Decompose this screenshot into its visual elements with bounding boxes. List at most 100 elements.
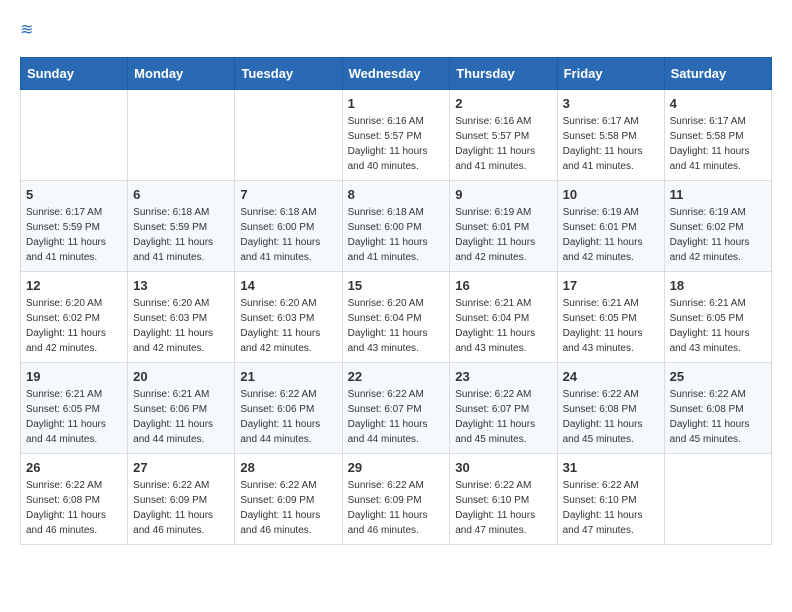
calendar-table: SundayMondayTuesdayWednesdayThursdayFrid… <box>20 57 772 545</box>
day-info: Sunrise: 6:16 AMSunset: 5:57 PMDaylight:… <box>348 114 445 174</box>
calendar-cell: 17 Sunrise: 6:21 AMSunset: 6:05 PMDayligh… <box>557 272 664 363</box>
day-info: Sunrise: 6:22 AMSunset: 6:07 PMDaylight:… <box>348 387 445 447</box>
day-info: Sunrise: 6:19 AMSunset: 6:02 PMDaylight:… <box>670 205 766 265</box>
calendar-cell: 13 Sunrise: 6:20 AMSunset: 6:03 PMDayligh… <box>128 272 235 363</box>
day-info: Sunrise: 6:21 AMSunset: 6:06 PMDaylight:… <box>133 387 229 447</box>
day-info: Sunrise: 6:18 AMSunset: 5:59 PMDaylight:… <box>133 205 229 265</box>
day-number: 18 <box>670 278 766 293</box>
calendar-cell: 23Sunrise: 6:22 AMSunset: 6:07 PMDayligh… <box>450 363 557 454</box>
day-info: Sunrise: 6:21 AMSunset: 6:05 PMDaylight:… <box>563 296 659 356</box>
svg-text:≋: ≋ <box>20 21 33 38</box>
calendar-cell: 31Sunrise: 6:22 AMSunset: 6:10 PMDayligh… <box>557 454 664 545</box>
day-info: Sunrise: 6:22 AMSunset: 6:09 PMDaylight:… <box>240 478 336 538</box>
calendar-cell: 24 Sunrise: 6:22 AMSunset: 6:08 PMDayligh… <box>557 363 664 454</box>
col-header-saturday: Saturday <box>664 58 771 90</box>
day-number: 2 <box>455 96 551 111</box>
day-number: 22 <box>348 369 445 384</box>
calendar-cell: 5Sunrise: 6:17 AMSunset: 5:59 PMDaylight… <box>21 181 128 272</box>
day-info: Sunrise: 6:20 AMSunset: 6:03 PMDaylight:… <box>133 296 229 356</box>
day-number: 27 <box>133 460 229 475</box>
day-number: 12 <box>26 278 122 293</box>
day-number: 9 <box>455 187 551 202</box>
calendar-week-row: 5Sunrise: 6:17 AMSunset: 5:59 PMDaylight… <box>21 181 772 272</box>
calendar-week-row: 26 Sunrise: 6:22 AMSunset: 6:08 PMDayligh… <box>21 454 772 545</box>
col-header-wednesday: Wednesday <box>342 58 450 90</box>
day-number: 21 <box>240 369 336 384</box>
calendar-cell <box>128 90 235 181</box>
day-number: 13 <box>133 278 229 293</box>
day-number: 6 <box>133 187 229 202</box>
day-number: 31 <box>563 460 659 475</box>
day-number: 5 <box>26 187 122 202</box>
day-number: 20 <box>133 369 229 384</box>
calendar-cell: 7Sunrise: 6:18 AMSunset: 6:00 PMDaylight… <box>235 181 342 272</box>
day-info: Sunrise: 6:21 AMSunset: 6:04 PMDaylight:… <box>455 296 551 356</box>
day-number: 4 <box>670 96 766 111</box>
calendar-cell <box>235 90 342 181</box>
day-info: Sunrise: 6:17 AMSunset: 5:58 PMDaylight:… <box>563 114 659 174</box>
calendar-cell: 11 Sunrise: 6:19 AMSunset: 6:02 PMDayligh… <box>664 181 771 272</box>
calendar-cell: 20 Sunrise: 6:21 AMSunset: 6:06 PMDayligh… <box>128 363 235 454</box>
calendar-cell: 19 Sunrise: 6:21 AMSunset: 6:05 PMDayligh… <box>21 363 128 454</box>
day-number: 11 <box>670 187 766 202</box>
day-number: 14 <box>240 278 336 293</box>
calendar-week-row: 12 Sunrise: 6:20 AMSunset: 6:02 PMDayligh… <box>21 272 772 363</box>
calendar-cell: 6 Sunrise: 6:18 AMSunset: 5:59 PMDaylight… <box>128 181 235 272</box>
day-number: 24 <box>563 369 659 384</box>
calendar-cell <box>664 454 771 545</box>
day-number: 8 <box>348 187 445 202</box>
day-info: Sunrise: 6:22 AMSunset: 6:09 PMDaylight:… <box>348 478 445 538</box>
col-header-sunday: Sunday <box>21 58 128 90</box>
calendar-cell: 18 Sunrise: 6:21 AMSunset: 6:05 PMDayligh… <box>664 272 771 363</box>
day-info: Sunrise: 6:18 AMSunset: 6:00 PMDaylight:… <box>240 205 336 265</box>
day-info: Sunrise: 6:22 AMSunset: 6:09 PMDaylight:… <box>133 478 229 538</box>
calendar-cell: 4 Sunrise: 6:17 AMSunset: 5:58 PMDaylight… <box>664 90 771 181</box>
day-number: 26 <box>26 460 122 475</box>
calendar-cell: 2 Sunrise: 6:16 AMSunset: 5:57 PMDaylight… <box>450 90 557 181</box>
day-number: 3 <box>563 96 659 111</box>
day-info: Sunrise: 6:20 AMSunset: 6:03 PMDaylight:… <box>240 296 336 356</box>
calendar-cell: 27 Sunrise: 6:22 AMSunset: 6:09 PMDayligh… <box>128 454 235 545</box>
calendar-week-row: 19 Sunrise: 6:21 AMSunset: 6:05 PMDayligh… <box>21 363 772 454</box>
calendar-cell: 30Sunrise: 6:22 AMSunset: 6:10 PMDayligh… <box>450 454 557 545</box>
day-number: 15 <box>348 278 445 293</box>
calendar-cell: 25Sunrise: 6:22 AMSunset: 6:08 PMDayligh… <box>664 363 771 454</box>
day-number: 17 <box>563 278 659 293</box>
calendar-week-row: 1Sunrise: 6:16 AMSunset: 5:57 PMDaylight… <box>21 90 772 181</box>
calendar-cell: 15 Sunrise: 6:20 AMSunset: 6:04 PMDayligh… <box>342 272 450 363</box>
day-info: Sunrise: 6:20 AMSunset: 6:04 PMDaylight:… <box>348 296 445 356</box>
day-info: Sunrise: 6:21 AMSunset: 6:05 PMDaylight:… <box>26 387 122 447</box>
day-info: Sunrise: 6:22 AMSunset: 6:07 PMDaylight:… <box>455 387 551 447</box>
day-number: 10 <box>563 187 659 202</box>
calendar-cell <box>21 90 128 181</box>
calendar-cell: 21 Sunrise: 6:22 AMSunset: 6:06 PMDayligh… <box>235 363 342 454</box>
calendar-cell: 14 Sunrise: 6:20 AMSunset: 6:03 PMDayligh… <box>235 272 342 363</box>
day-number: 19 <box>26 369 122 384</box>
day-info: Sunrise: 6:22 AMSunset: 6:08 PMDaylight:… <box>670 387 766 447</box>
day-info: Sunrise: 6:22 AMSunset: 6:06 PMDaylight:… <box>240 387 336 447</box>
calendar-cell: 8 Sunrise: 6:18 AMSunset: 6:00 PMDaylight… <box>342 181 450 272</box>
calendar-cell: 1Sunrise: 6:16 AMSunset: 5:57 PMDaylight… <box>342 90 450 181</box>
day-info: Sunrise: 6:18 AMSunset: 6:00 PMDaylight:… <box>348 205 445 265</box>
calendar-cell: 16Sunrise: 6:21 AMSunset: 6:04 PMDayligh… <box>450 272 557 363</box>
calendar-cell: 10Sunrise: 6:19 AMSunset: 6:01 PMDayligh… <box>557 181 664 272</box>
calendar-cell: 22 Sunrise: 6:22 AMSunset: 6:07 PMDayligh… <box>342 363 450 454</box>
day-number: 30 <box>455 460 551 475</box>
day-info: Sunrise: 6:22 AMSunset: 6:08 PMDaylight:… <box>26 478 122 538</box>
day-info: Sunrise: 6:22 AMSunset: 6:08 PMDaylight:… <box>563 387 659 447</box>
col-header-friday: Friday <box>557 58 664 90</box>
day-info: Sunrise: 6:16 AMSunset: 5:57 PMDaylight:… <box>455 114 551 174</box>
logo: ≋ <box>20 20 44 41</box>
calendar-cell: 28Sunrise: 6:22 AMSunset: 6:09 PMDayligh… <box>235 454 342 545</box>
day-info: Sunrise: 6:20 AMSunset: 6:02 PMDaylight:… <box>26 296 122 356</box>
calendar-header-row: SundayMondayTuesdayWednesdayThursdayFrid… <box>21 58 772 90</box>
day-info: Sunrise: 6:21 AMSunset: 6:05 PMDaylight:… <box>670 296 766 356</box>
calendar-cell: 9Sunrise: 6:19 AMSunset: 6:01 PMDaylight… <box>450 181 557 272</box>
day-info: Sunrise: 6:17 AMSunset: 5:58 PMDaylight:… <box>670 114 766 174</box>
col-header-thursday: Thursday <box>450 58 557 90</box>
calendar-cell: 3 Sunrise: 6:17 AMSunset: 5:58 PMDaylight… <box>557 90 664 181</box>
col-header-tuesday: Tuesday <box>235 58 342 90</box>
calendar-cell: 26 Sunrise: 6:22 AMSunset: 6:08 PMDayligh… <box>21 454 128 545</box>
page-header: ≋ <box>20 20 772 41</box>
calendar-cell: 12 Sunrise: 6:20 AMSunset: 6:02 PMDayligh… <box>21 272 128 363</box>
